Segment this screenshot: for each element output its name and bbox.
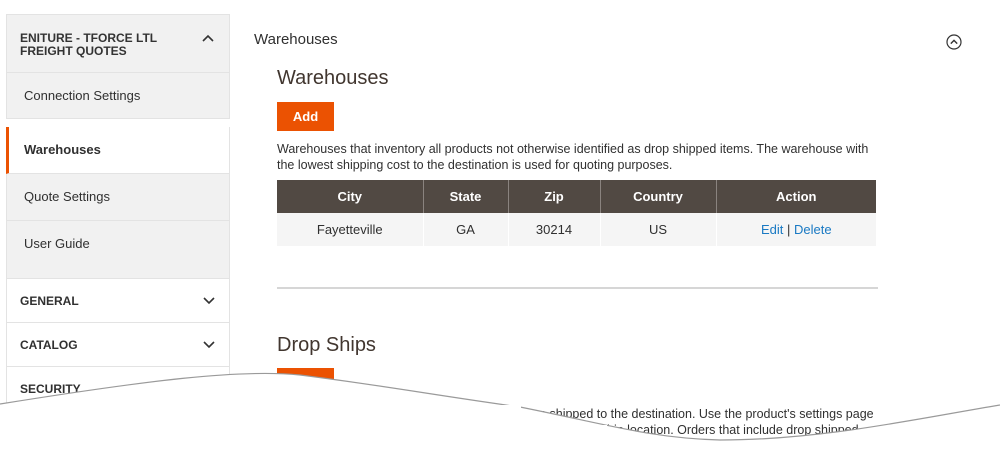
section-title: Warehouses — [254, 31, 338, 48]
sidebar-section-catalog[interactable]: CATALOG — [6, 323, 230, 367]
delete-link[interactable]: Delete — [794, 222, 832, 237]
column-header-state: State — [422, 180, 508, 213]
warehouses-heading: Warehouses — [277, 67, 389, 89]
sidebar-group-title: ENITURE - TFORCE LTL FREIGHT QUOTES — [20, 31, 157, 58]
add-warehouse-button[interactable]: Add — [277, 102, 334, 131]
table-row: Fayetteville GA 30214 US Edit | Delete — [277, 213, 876, 246]
table-header-row: City State Zip Country Action — [277, 180, 876, 213]
sidebar-section-label: SECURITY — [20, 382, 81, 396]
column-header-action: Action — [715, 180, 876, 213]
cell-city: Fayetteville — [277, 213, 423, 246]
cell-country: US — [599, 213, 716, 246]
sidebar-group-eniture-tforce[interactable]: ENITURE - TFORCE LTL FREIGHT QUOTES — [6, 14, 230, 72]
cell-action: Edit | Delete — [715, 213, 876, 246]
sidebar-item-label: Connection Settings — [24, 88, 141, 103]
sidebar-item-label: Quote Settings — [24, 189, 110, 204]
sidebar-item-user-guide[interactable]: User Guide — [6, 221, 230, 279]
cell-zip: 30214 — [507, 213, 600, 246]
action-separator: | — [786, 222, 791, 237]
sidebar-section-security[interactable]: SECURITY — [6, 367, 230, 411]
column-header-country: Country — [599, 180, 716, 213]
column-header-city: City — [277, 180, 423, 213]
sidebar-section-label: GENERAL — [20, 294, 79, 308]
sidebar-item-label: Warehouses — [24, 142, 101, 157]
sidebar-item-label: User Guide — [24, 236, 90, 251]
drop-ships-description-line1: drop shipped to the destination. Use the… — [521, 407, 874, 421]
sidebar-item-quote-settings[interactable]: Quote Settings — [6, 174, 230, 221]
chevron-down-icon — [203, 341, 215, 349]
warehouses-description: Warehouses that inventory all products n… — [277, 142, 869, 172]
drop-ships-heading: Drop Ships — [277, 334, 376, 356]
collapse-circle-icon[interactable] — [946, 34, 962, 50]
sidebar-item-connection-settings[interactable]: Connection Settings — [6, 72, 230, 119]
sidebar-section-label: CATALOG — [20, 338, 78, 352]
drop-ships-description-line2: hip location. Orders that include drop s… — [607, 423, 859, 437]
chevron-up-icon — [202, 34, 214, 42]
column-header-zip: Zip — [507, 180, 600, 213]
sidebar-section-general[interactable]: GENERAL — [6, 279, 230, 323]
config-sidebar: ENITURE - TFORCE LTL FREIGHT QUOTES Conn… — [6, 14, 230, 461]
section-divider — [277, 287, 878, 289]
chevron-down-icon — [203, 297, 215, 305]
cell-state: GA — [422, 213, 508, 246]
warehouses-table: City State Zip Country Action Fayettevil… — [277, 180, 876, 246]
edit-link[interactable]: Edit — [761, 222, 783, 237]
sidebar-item-warehouses[interactable]: Warehouses — [6, 127, 230, 174]
add-drop-ship-button[interactable]: Add — [277, 368, 334, 397]
